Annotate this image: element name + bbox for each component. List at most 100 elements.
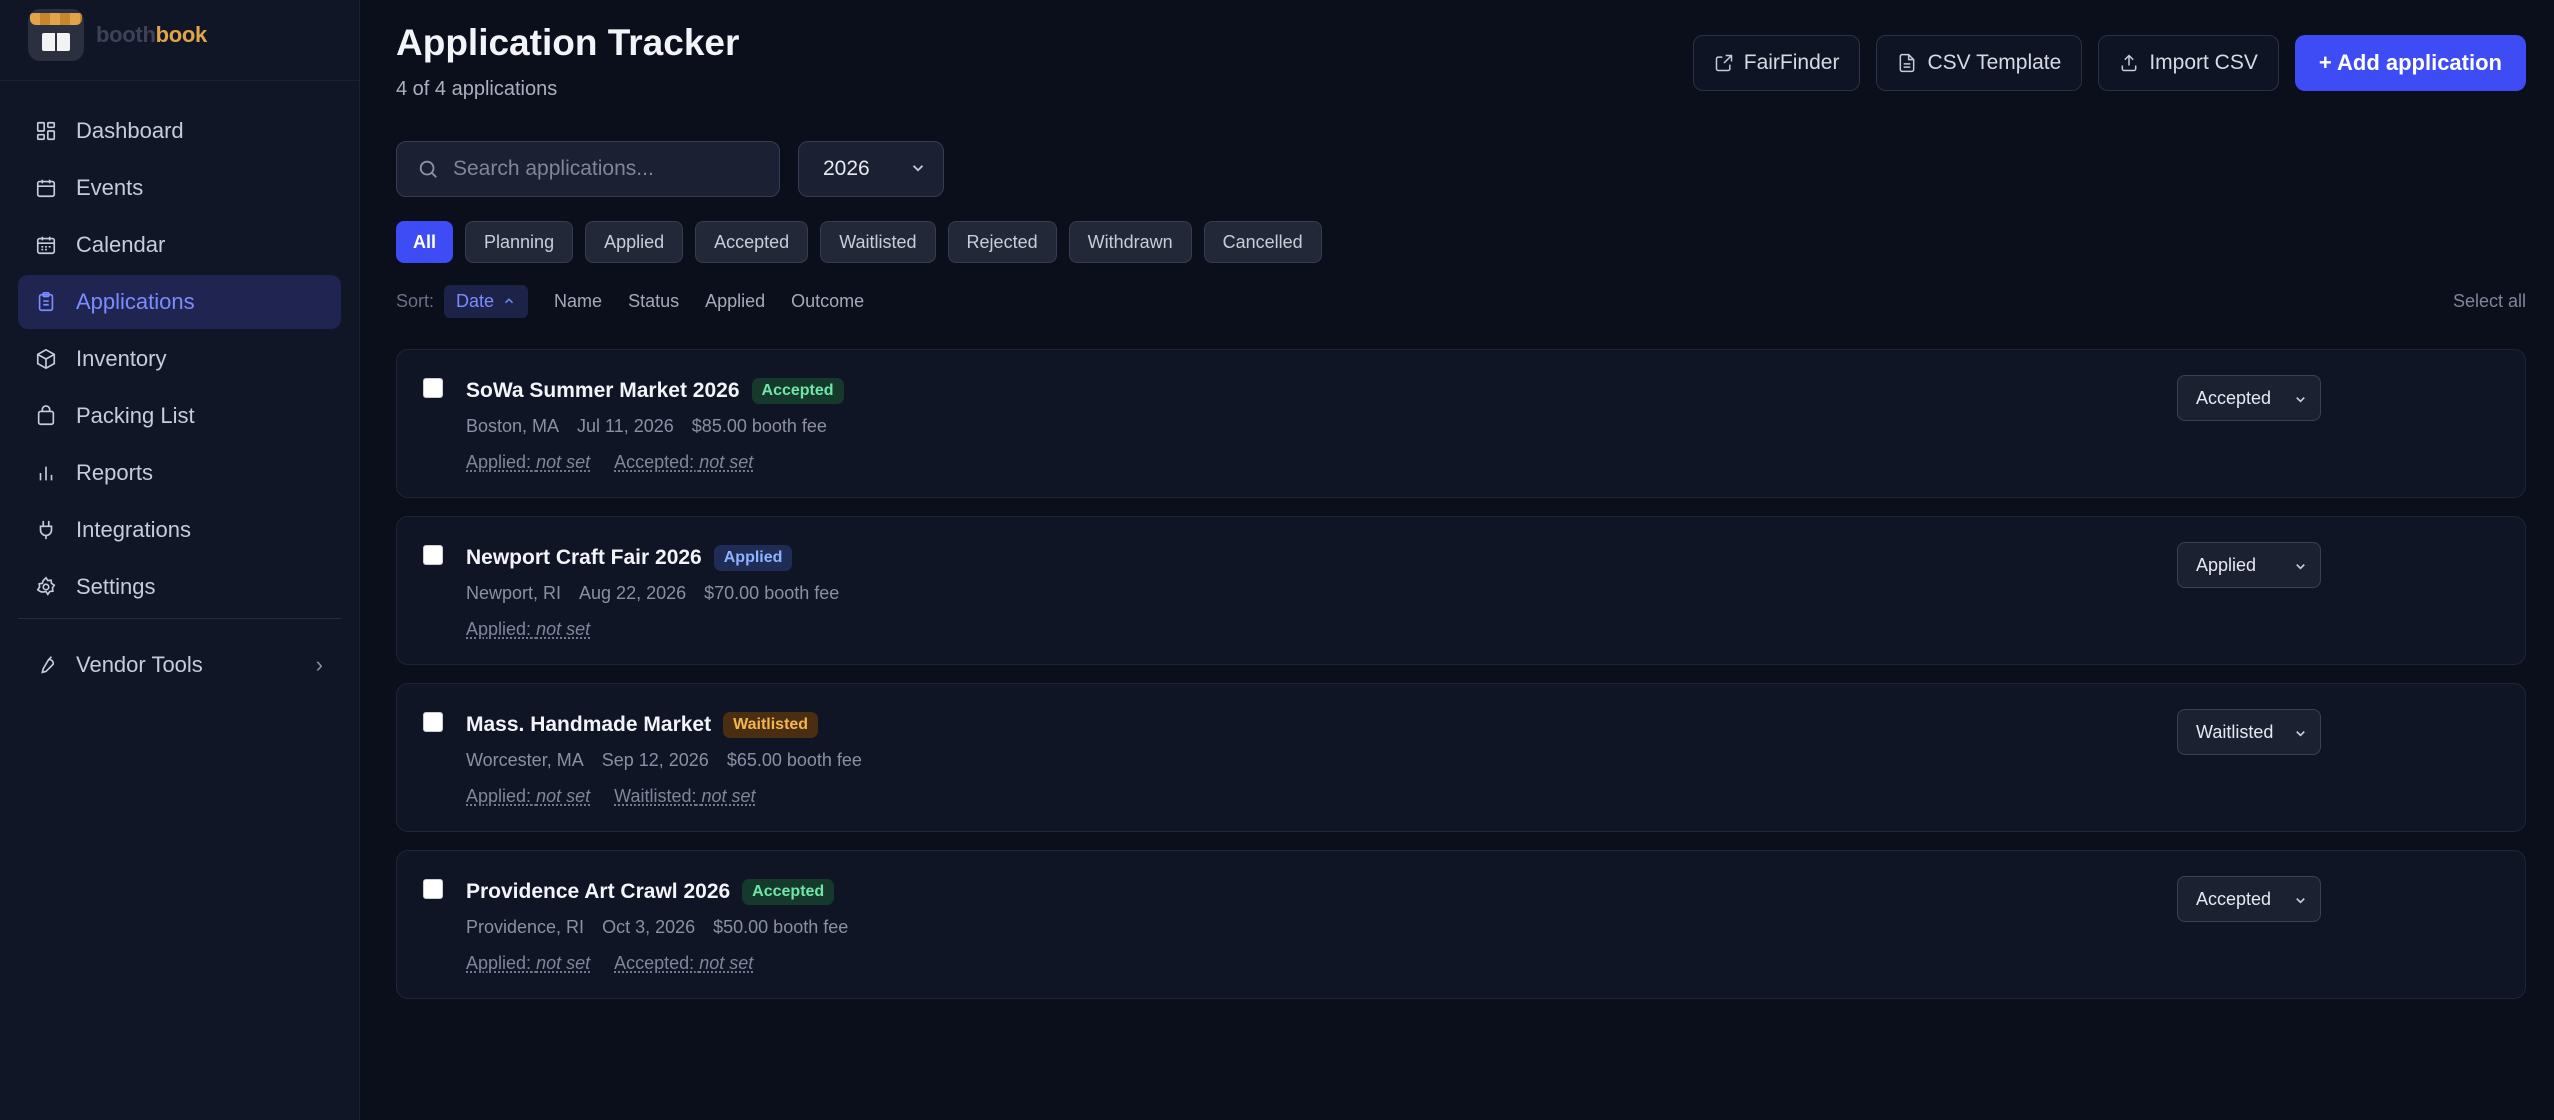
import-csv-label: Import CSV bbox=[2149, 51, 2258, 74]
sidebar-item-label: Packing List bbox=[76, 403, 195, 428]
upload-icon bbox=[2121, 54, 2137, 72]
application-card[interactable]: Mass. Handmade Market Waitlisted Worcest… bbox=[396, 683, 2526, 832]
header-actions: FairFinder CSV Template Import CSV + Add… bbox=[1692, 35, 2526, 91]
import-csv-button[interactable]: Import CSV bbox=[2098, 35, 2279, 91]
add-application-button[interactable]: + Add application bbox=[2294, 35, 2526, 91]
application-fee: $85.00 booth fee bbox=[691, 416, 827, 436]
sidebar-item-calendar[interactable]: Calendar bbox=[18, 218, 341, 272]
filter-chip-planning[interactable]: Planning bbox=[465, 221, 574, 263]
filter-chip-accepted[interactable]: Accepted bbox=[695, 221, 809, 263]
applied-date-field[interactable]: Applied: not set bbox=[466, 452, 590, 473]
application-card[interactable]: Newport Craft Fair 2026 Applied Newport,… bbox=[396, 516, 2526, 665]
accepted-date-field[interactable]: Accepted: not set bbox=[614, 452, 753, 473]
date-value: not set bbox=[699, 452, 754, 472]
filter-chip-rejected[interactable]: Rejected bbox=[947, 221, 1057, 263]
sidebar-item-label: Calendar bbox=[76, 232, 166, 257]
application-date: Aug 22, 2026 bbox=[579, 583, 687, 603]
status-select[interactable]: Accepted bbox=[2177, 876, 2321, 922]
application-fee: $65.00 booth fee bbox=[726, 750, 862, 770]
application-title: Newport Craft Fair 2026 Applied bbox=[466, 545, 793, 571]
sort-option-applied[interactable]: Applied bbox=[705, 291, 765, 312]
date-label: Applied: bbox=[466, 619, 532, 639]
status-select-value: Accepted bbox=[2196, 888, 2272, 909]
application-card[interactable]: Providence Art Crawl 2026 Accepted Provi… bbox=[396, 850, 2526, 999]
status-select[interactable]: Accepted bbox=[2177, 375, 2321, 421]
search-icon bbox=[419, 160, 437, 178]
search-input[interactable] bbox=[453, 157, 763, 181]
brand-name: boothbook bbox=[96, 22, 207, 48]
sort-option-outcome[interactable]: Outcome bbox=[791, 291, 864, 312]
sidebar-item-reports[interactable]: Reports bbox=[18, 446, 341, 500]
filter-chip-applied[interactable]: Applied bbox=[585, 221, 684, 263]
brand-logo[interactable]: boothbook bbox=[28, 8, 207, 62]
select-checkbox[interactable] bbox=[423, 879, 443, 899]
csv-template-button[interactable]: CSV Template bbox=[1876, 35, 2083, 91]
date-value: not set bbox=[536, 786, 591, 806]
sidebar-item-label: Dashboard bbox=[76, 118, 184, 143]
application-date: Oct 3, 2026 bbox=[602, 917, 696, 937]
select-checkbox[interactable] bbox=[423, 545, 443, 565]
chevron-down-icon bbox=[2293, 892, 2308, 913]
applied-date-field[interactable]: Applied: not set bbox=[466, 786, 590, 807]
calendar-icon bbox=[34, 233, 58, 257]
application-dates: Applied: not set Accepted: not set bbox=[466, 953, 753, 974]
date-label: Accepted: bbox=[614, 953, 695, 973]
status-filter-chips: All Planning Applied Accepted Waitlisted… bbox=[396, 221, 1322, 263]
status-badge: Accepted bbox=[742, 879, 835, 905]
applied-date-field[interactable]: Applied: not set bbox=[466, 953, 590, 974]
year-select[interactable]: 2026 bbox=[798, 141, 944, 197]
applied-date-field[interactable]: Applied: not set bbox=[466, 619, 590, 640]
status-select[interactable]: Applied bbox=[2177, 542, 2321, 588]
filter-chip-all[interactable]: All bbox=[396, 221, 454, 263]
application-title: Mass. Handmade Market Waitlisted bbox=[466, 712, 819, 738]
clipboard-icon bbox=[34, 290, 58, 314]
sidebar-nav: Dashboard Events Calendar Applications I… bbox=[18, 104, 341, 617]
date-label: Waitlisted: bbox=[614, 786, 697, 806]
application-name: Mass. Handmade Market bbox=[466, 713, 712, 736]
sidebar-item-events[interactable]: Events bbox=[18, 161, 341, 215]
date-label: Accepted: bbox=[614, 452, 695, 472]
sidebar-item-label: Inventory bbox=[76, 346, 167, 371]
date-value: not set bbox=[701, 786, 756, 806]
application-location: Newport, RI bbox=[466, 583, 562, 603]
application-dates: Applied: not set Accepted: not set bbox=[466, 452, 753, 473]
waitlisted-date-field[interactable]: Waitlisted: not set bbox=[614, 786, 755, 807]
filter-chip-waitlisted[interactable]: Waitlisted bbox=[820, 221, 936, 263]
application-meta: Worcester, MA Sep 12, 2026 $65.00 booth … bbox=[466, 750, 862, 771]
chevron-down-icon bbox=[909, 159, 927, 177]
sidebar-item-dashboard[interactable]: Dashboard bbox=[18, 104, 341, 158]
application-card[interactable]: SoWa Summer Market 2026 Accepted Boston,… bbox=[396, 349, 2526, 498]
sidebar-item-settings[interactable]: Settings bbox=[18, 560, 341, 614]
fairfinder-button[interactable]: FairFinder bbox=[1692, 35, 1861, 91]
select-all-link[interactable]: Select all bbox=[2453, 291, 2526, 312]
application-name: SoWa Summer Market 2026 bbox=[466, 379, 740, 402]
date-label: Applied: bbox=[466, 786, 532, 806]
date-value: not set bbox=[536, 619, 591, 639]
date-value: not set bbox=[699, 953, 754, 973]
sidebar-item-label: Events bbox=[76, 175, 144, 200]
sort-option-status[interactable]: Status bbox=[628, 291, 679, 312]
sidebar-item-packing-list[interactable]: Packing List bbox=[18, 389, 341, 443]
filter-chip-cancelled[interactable]: Cancelled bbox=[1203, 221, 1322, 263]
sort-option-date[interactable]: Date bbox=[444, 284, 529, 318]
accepted-date-field[interactable]: Accepted: not set bbox=[614, 953, 753, 974]
sidebar-item-vendor-tools[interactable]: Vendor Tools › bbox=[18, 638, 341, 692]
select-checkbox[interactable] bbox=[423, 712, 443, 732]
document-icon bbox=[1900, 53, 1915, 73]
application-name: Newport Craft Fair 2026 bbox=[466, 546, 702, 569]
status-select-value: Applied bbox=[2196, 554, 2257, 575]
status-select[interactable]: Waitlisted bbox=[2177, 709, 2321, 755]
sort-option-name[interactable]: Name bbox=[554, 291, 602, 312]
filter-chip-withdrawn[interactable]: Withdrawn bbox=[1068, 221, 1192, 263]
sidebar-item-label: Vendor Tools bbox=[76, 652, 203, 677]
plug-icon bbox=[34, 518, 58, 542]
sidebar-item-label: Applications bbox=[76, 289, 195, 314]
search-box bbox=[396, 141, 780, 197]
external-link-icon bbox=[1715, 54, 1732, 72]
sidebar-item-inventory[interactable]: Inventory bbox=[18, 332, 341, 386]
sidebar-item-integrations[interactable]: Integrations bbox=[18, 503, 341, 557]
select-checkbox[interactable] bbox=[423, 378, 443, 398]
application-meta: Boston, MA Jul 11, 2026 $85.00 booth fee bbox=[466, 416, 827, 437]
sidebar-item-applications[interactable]: Applications bbox=[18, 275, 341, 329]
date-label: Applied: bbox=[466, 953, 532, 973]
